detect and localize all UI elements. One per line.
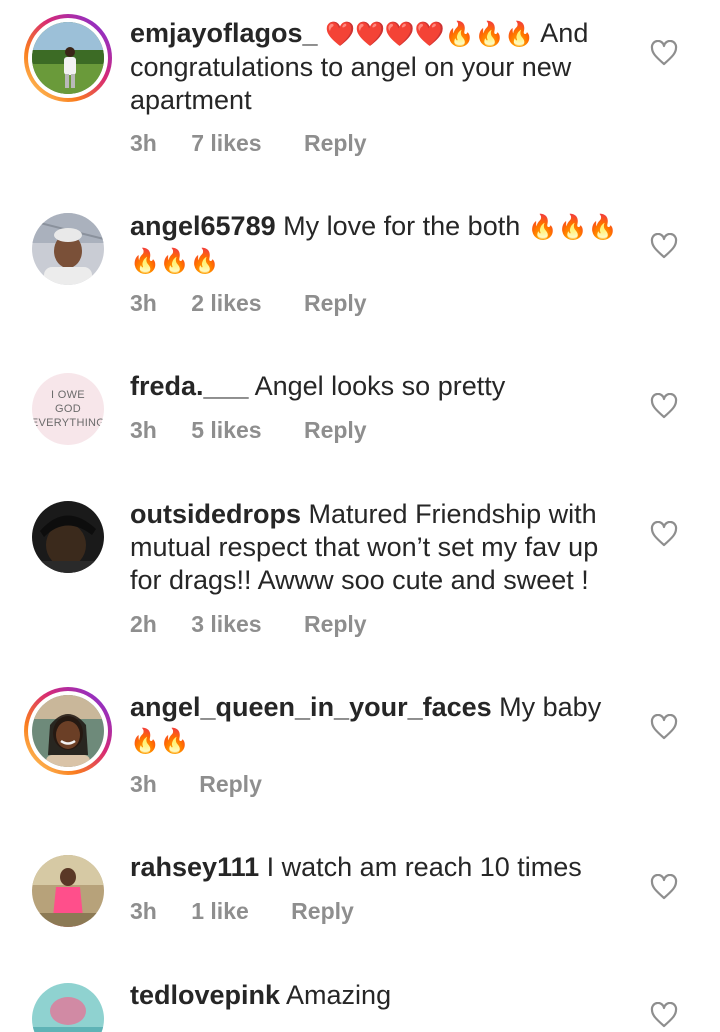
comment-text: rahsey111 I watch am reach 10 times (130, 851, 625, 884)
fire-emoji: 🔥🔥 (130, 727, 190, 755)
avatar-quote-line: I OWE (51, 389, 85, 401)
heart-outline-icon[interactable] (650, 521, 678, 547)
username[interactable]: angel65789 (130, 211, 276, 241)
avatar[interactable] (32, 501, 104, 573)
username[interactable]: tedlovepink (130, 980, 280, 1010)
like-count[interactable]: 2 likes (191, 290, 261, 317)
heart-outline-icon[interactable] (650, 714, 678, 740)
timestamp: 3h (130, 130, 157, 156)
avatar[interactable] (32, 855, 104, 927)
heart-outline-icon[interactable] (650, 393, 678, 419)
reply-button[interactable]: Reply (304, 130, 367, 157)
timestamp: 3h (130, 771, 157, 797)
heart-outline-icon[interactable] (650, 40, 678, 66)
like-count[interactable]: 5 likes (191, 417, 261, 444)
comment-meta: 3h 7 likes Reply (130, 130, 367, 157)
avatar[interactable] (32, 983, 104, 1032)
username[interactable]: freda.___ (130, 371, 249, 401)
reply-button[interactable]: Reply (291, 898, 354, 925)
heart-outline-icon[interactable] (650, 233, 678, 259)
comment-body: My baby (491, 692, 602, 722)
comment-meta: 2h 3 likes Reply (130, 611, 367, 638)
reply-button[interactable]: Reply (304, 417, 367, 444)
comment-meta: 3h 5 likes Reply (130, 417, 367, 444)
comment-text: angel_queen_in_your_faces My baby 🔥🔥 (130, 691, 625, 758)
comment-meta: 3h 2 likes Reply (130, 290, 367, 317)
comment-meta: 3h Reply (130, 771, 262, 798)
comment-text: outsidedrops Matured Friendship with mut… (130, 498, 625, 597)
avatar[interactable] (32, 695, 104, 767)
heart-outline-icon[interactable] (650, 874, 678, 900)
username[interactable]: angel_queen_in_your_faces (130, 692, 492, 722)
comment-body: Angel looks so pretty (248, 371, 506, 401)
timestamp: 3h (130, 290, 157, 316)
heart-outline-icon[interactable] (650, 1002, 678, 1028)
reply-button[interactable]: Reply (304, 611, 367, 638)
reply-button[interactable]: Reply (199, 771, 262, 798)
avatar[interactable] (32, 22, 104, 94)
avatar[interactable]: I OWE GOD EVERYTHING (32, 373, 104, 445)
hearts-fire-emoji: ❤️❤️❤️❤️🔥🔥🔥 (325, 20, 535, 48)
avatar-quote-line: EVERYTHING (32, 417, 104, 429)
comment-body: Amazing (280, 980, 392, 1010)
comment-text: freda.___ Angel looks so pretty (130, 370, 625, 403)
like-count[interactable]: 3 likes (191, 611, 261, 638)
comment-text: tedlovepink Amazing (130, 979, 625, 1012)
timestamp: 3h (130, 417, 157, 443)
avatar-quote-line: GOD (55, 403, 81, 415)
reply-button[interactable]: Reply (304, 290, 367, 317)
timestamp: 2h (130, 611, 157, 637)
comment-text: emjayoflagos_ ❤️❤️❤️❤️🔥🔥🔥 And congratula… (130, 17, 625, 117)
like-count[interactable]: 7 likes (191, 130, 261, 157)
like-count[interactable]: 1 like (191, 898, 249, 925)
comment-body: I watch am reach 10 times (259, 852, 582, 882)
comment-text: angel65789 My love for the both 🔥🔥🔥🔥🔥🔥 (130, 210, 625, 278)
username[interactable]: outsidedrops (130, 499, 301, 529)
comment-body: My love for the both (275, 211, 521, 241)
avatar[interactable] (32, 213, 104, 285)
timestamp: 3h (130, 898, 157, 924)
comment-meta: 3h 1 like Reply (130, 898, 354, 925)
username[interactable]: rahsey111 (130, 852, 259, 882)
username[interactable]: emjayoflagos_ (130, 18, 318, 48)
